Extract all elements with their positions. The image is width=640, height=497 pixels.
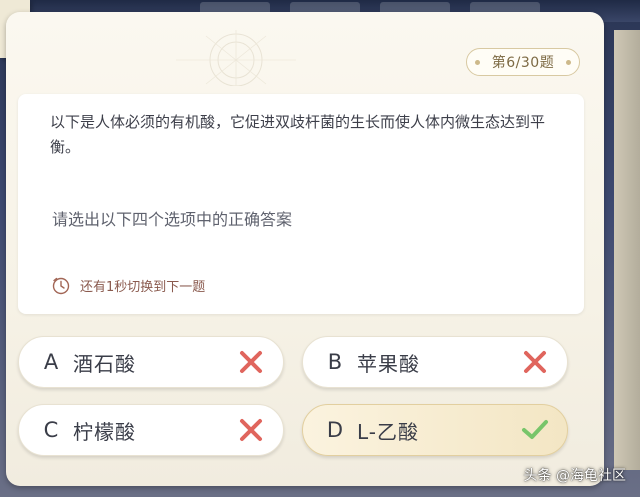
option-c-button[interactable]: C 柠檬酸	[18, 404, 284, 456]
option-d-button[interactable]: D L-乙酸	[302, 404, 568, 456]
option-b-button[interactable]: B 苹果酸	[302, 336, 568, 388]
clock-icon	[52, 277, 70, 294]
countdown-text: 还有1秒切换到下一题	[80, 280, 206, 295]
option-a-button[interactable]: A 酒石酸	[18, 336, 284, 388]
option-text: L-乙酸	[357, 419, 420, 444]
quiz-panel: 第6/30题 以下是人体必须的有机酸，它促进双歧杆菌的生长而使人体内微生态达到平…	[6, 12, 604, 486]
option-text: 柠檬酸	[73, 419, 136, 444]
option-letter: A	[43, 350, 59, 374]
counter-dot-right	[566, 60, 571, 65]
cross-icon	[524, 351, 546, 373]
watermark: 头条 @海龟社区	[523, 468, 626, 484]
cross-icon	[240, 419, 262, 441]
option-letter: D	[326, 418, 344, 442]
countdown: 还有1秒切换到下一题	[52, 276, 205, 295]
option-letter: B	[327, 350, 343, 374]
question-card: 以下是人体必须的有机酸，它促进双歧杆菌的生长而使人体内微生态达到平衡。 请选出以…	[18, 94, 584, 314]
ornament-icon	[176, 30, 296, 86]
question-text: 以下是人体必须的有机酸，它促进双歧杆菌的生长而使人体内微生态达到平衡。	[50, 113, 546, 156]
cross-icon	[240, 351, 262, 373]
book-edge	[614, 30, 640, 470]
counter-text: 第6/30题	[491, 55, 555, 71]
counter-dot-left	[475, 60, 480, 65]
question-counter: 第6/30题	[466, 48, 580, 76]
check-icon	[522, 420, 548, 439]
option-letter: C	[43, 418, 59, 442]
option-text: 苹果酸	[357, 351, 420, 376]
instruction-text: 请选出以下四个选项中的正确答案	[52, 210, 293, 229]
option-text: 酒石酸	[73, 351, 136, 376]
